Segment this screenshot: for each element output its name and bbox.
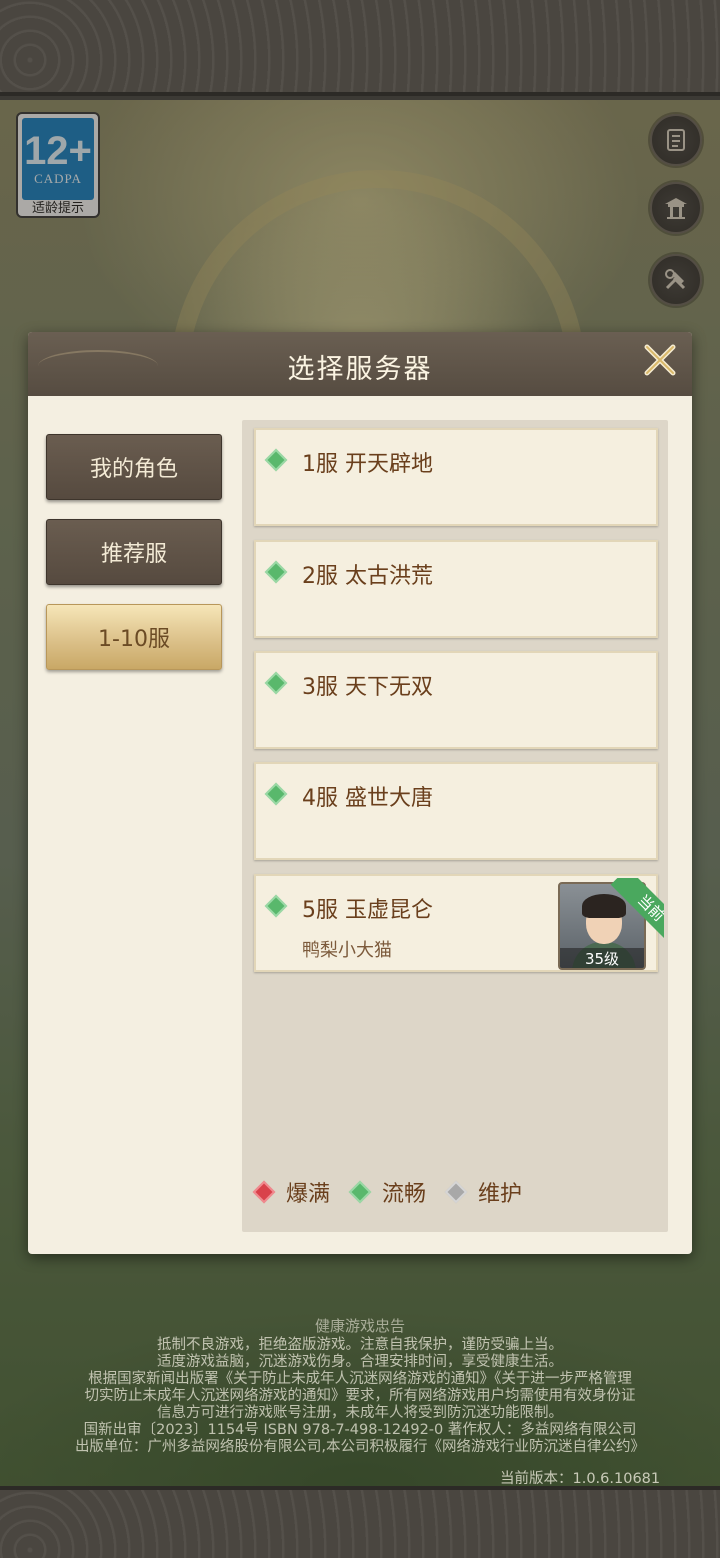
- bottom-frame-bar: [0, 1486, 720, 1558]
- notice-line: 适度游戏益脑，沉迷游戏伤身。合理安排时间，享受健康生活。: [157, 1354, 563, 1370]
- version-label: 当前版本：1.0.6.10681: [500, 1471, 661, 1487]
- notice-line: 出版单位：广州多益网络股份有限公司,本公司积极履行《网络游戏行业防沉迷自律公约》: [74, 1439, 646, 1455]
- server-item[interactable]: 1服 开天辟地: [254, 428, 658, 526]
- status-smooth-icon: [264, 671, 288, 695]
- server-item[interactable]: 4服 盛世大唐: [254, 762, 658, 860]
- server-item[interactable]: 3服 天下无双: [254, 651, 658, 749]
- status-smooth-icon: [348, 1180, 372, 1204]
- status-legend: 爆满 流畅 维护: [252, 1176, 544, 1208]
- server-name: 4服 盛世大唐: [302, 786, 433, 811]
- legend-smooth: 流畅: [348, 1176, 426, 1208]
- status-smooth-icon: [264, 448, 288, 472]
- server-list: 1服 开天辟地 2服 太古洪荒 3服 天下无双 4服 盛世大唐 5服 玉虚昆仑 …: [242, 420, 668, 1232]
- current-tag-label: 当前: [610, 878, 664, 949]
- notice-title: 健康游戏忠告: [314, 1317, 405, 1335]
- server-name: 5服 玉虚昆仑: [302, 898, 433, 923]
- close-x-icon: [644, 344, 676, 376]
- notice-line: 抵制不良游戏，拒绝盗版游戏。注意自我保护，谨防受骗上当。: [157, 1337, 563, 1353]
- status-smooth-icon: [264, 560, 288, 584]
- status-maintenance-icon: [444, 1180, 468, 1204]
- tab-recommended[interactable]: 推荐服: [46, 519, 222, 585]
- server-select-dialog: 选择服务器 我的角色 推荐服 1-10服 1服 开天辟地 2服 太古洪荒 3服 …: [28, 332, 692, 1254]
- notice-line: 切实防止未成年人沉迷网络游戏的通知》要求，所有网络游戏用户均需使用有效身份证: [84, 1388, 636, 1404]
- server-item[interactable]: 2服 太古洪荒: [254, 540, 658, 638]
- notice-line: 信息方可进行游戏账号注册，未成年人将受到防沉迷功能限制。: [157, 1405, 563, 1421]
- server-name: 3服 天下无双: [302, 675, 433, 700]
- server-name: 2服 太古洪荒: [302, 564, 433, 589]
- current-server-tag: 当前: [584, 878, 664, 958]
- tab-servers-1-10[interactable]: 1-10服: [46, 604, 222, 670]
- top-frame-bar: [0, 0, 720, 96]
- server-name: 1服 开天辟地: [302, 452, 433, 477]
- dialog-title: 选择服务器: [287, 353, 433, 385]
- notice-line: 根据国家新闻出版署《关于防止未成年人沉迷网络游戏的通知》《关于进一步严格管理: [88, 1371, 632, 1387]
- notice-line: 国新出审〔2023〕1154号 ISBN 978-7-498-12492-0 著…: [83, 1422, 637, 1438]
- close-button[interactable]: [638, 340, 680, 382]
- character-name: 鸭梨小大猫: [302, 940, 392, 961]
- tab-my-characters[interactable]: 我的角色: [46, 434, 222, 500]
- status-smooth-icon: [264, 894, 288, 918]
- dialog-header: 选择服务器: [28, 332, 692, 396]
- health-notice: 健康游戏忠告 抵制不良游戏，拒绝盗版游戏。注意自我保护，谨防受骗上当。 适度游戏…: [0, 1318, 720, 1456]
- legend-full: 爆满: [252, 1176, 330, 1208]
- status-smooth-icon: [264, 782, 288, 806]
- legend-maintenance: 维护: [444, 1176, 522, 1208]
- server-item-current[interactable]: 5服 玉虚昆仑 鸭梨小大猫 35级 当前: [254, 874, 664, 972]
- status-full-icon: [252, 1180, 276, 1204]
